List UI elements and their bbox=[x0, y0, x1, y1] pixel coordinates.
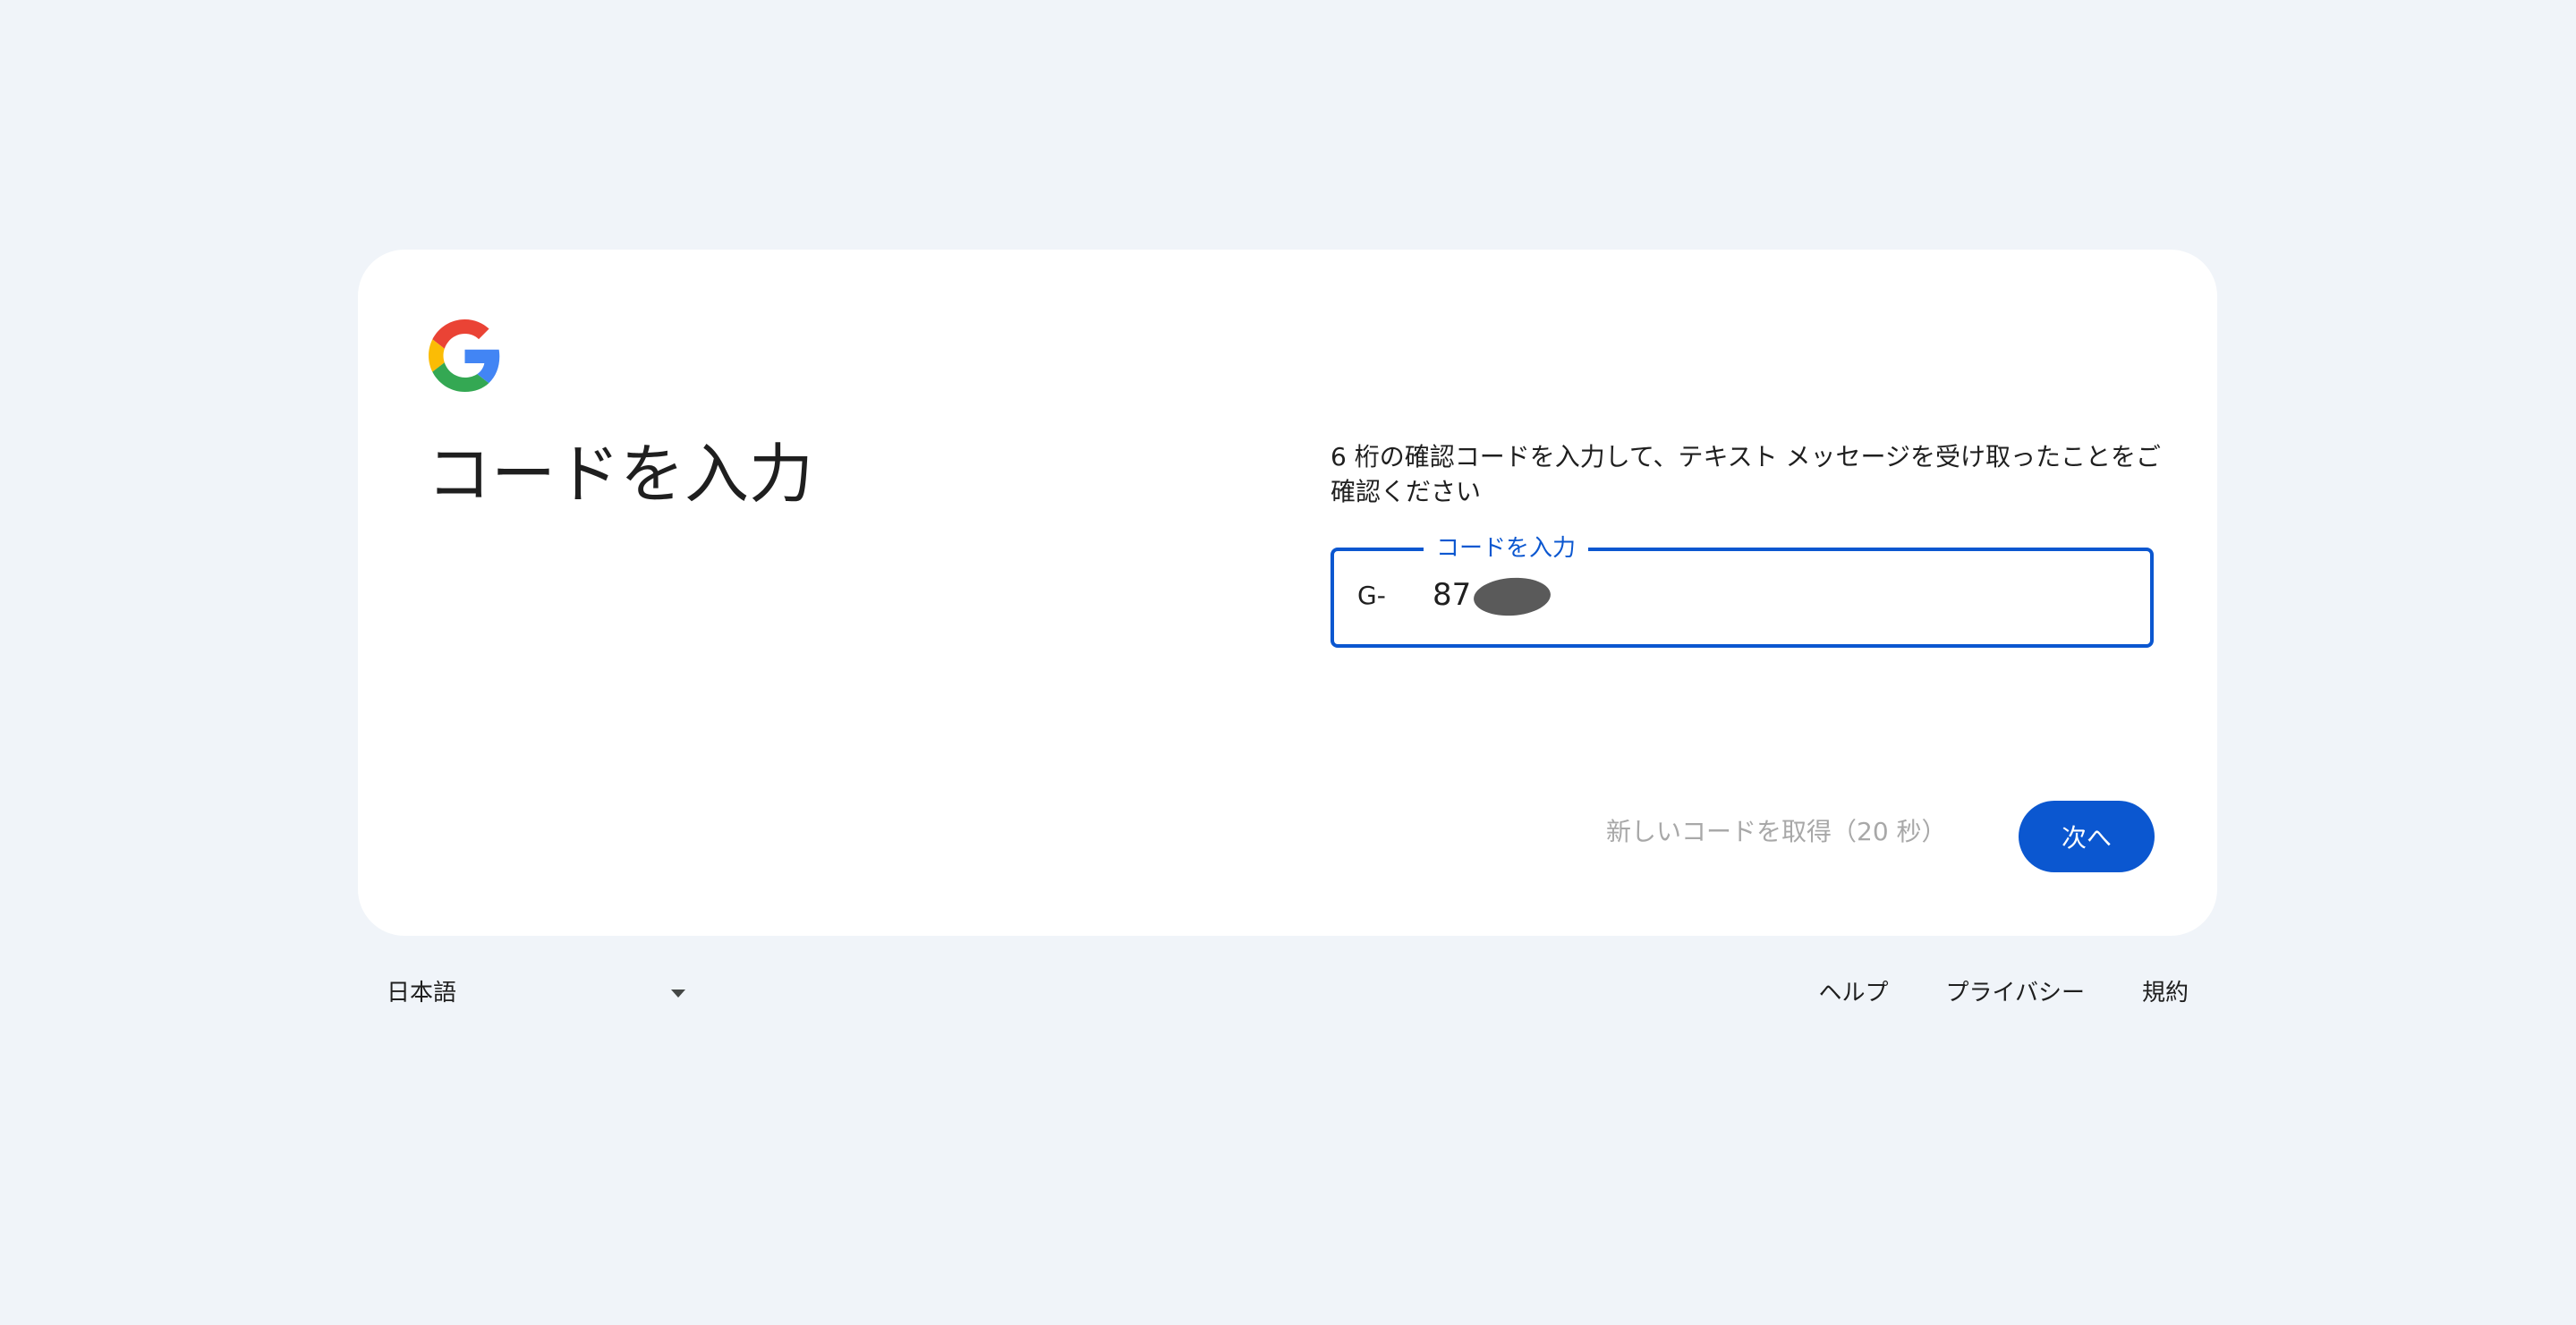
google-logo-icon bbox=[429, 319, 501, 392]
code-prefix: G- bbox=[1357, 581, 1386, 610]
language-selector[interactable]: 日本語 bbox=[387, 975, 691, 1011]
resend-code-link[interactable]: 新しいコードを取得（20 秒） bbox=[1606, 816, 1947, 848]
next-button[interactable]: 次へ bbox=[2019, 801, 2155, 872]
caret-down-icon bbox=[671, 990, 685, 998]
footer: 日本語 ヘルプ プライバシー 規約 bbox=[358, 975, 2217, 1011]
page-title: コードを入力 bbox=[427, 437, 814, 512]
privacy-link[interactable]: プライバシー bbox=[1946, 975, 2085, 1011]
footer-links: ヘルプ プライバシー 規約 bbox=[1818, 975, 2189, 1011]
help-link[interactable]: ヘルプ bbox=[1818, 975, 1888, 1011]
signin-card: コードを入力 6 桁の確認コードを入力して、テキスト メッセージを受け取ったこと… bbox=[358, 250, 2217, 936]
terms-link[interactable]: 規約 bbox=[2142, 975, 2189, 1011]
code-field[interactable]: コードを入力 G- bbox=[1331, 533, 2154, 648]
code-field-label: コードを入力 bbox=[1424, 533, 1589, 564]
instructions-text: 6 桁の確認コードを入力して、テキスト メッセージを受け取ったことをご確認くださ… bbox=[1331, 442, 2161, 506]
language-selected: 日本語 bbox=[387, 980, 457, 1006]
